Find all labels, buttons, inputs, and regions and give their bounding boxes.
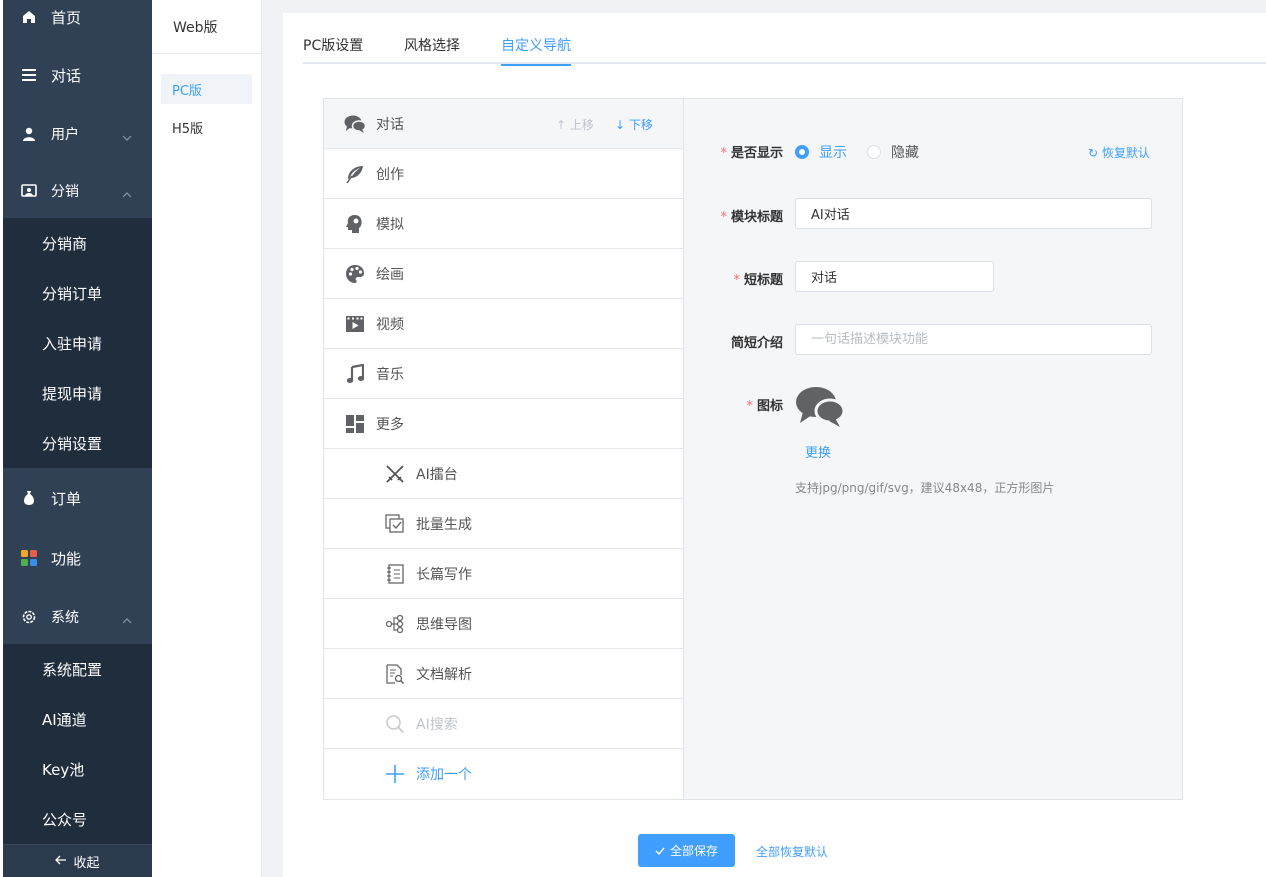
id-card-icon	[21, 183, 37, 199]
list-item[interactable]: 思维导图	[324, 599, 683, 649]
document-search-icon	[384, 663, 406, 685]
short-title-label: * 短标题	[733, 273, 783, 288]
nav-list: 对话 ↑ 上移 ↓ 下移 创作 模拟 绘画 视频 音乐 更多 AI擂台 批量生成…	[324, 99, 684, 799]
sidebar-item-key-pool[interactable]: Key池	[3, 744, 152, 794]
radio-dot	[795, 145, 809, 159]
radio-dot	[867, 145, 881, 159]
list-item[interactable]: AI擂台	[324, 449, 683, 499]
menu-icon	[21, 67, 37, 83]
list-item[interactable]: 视频	[324, 299, 683, 349]
chat-bubbles-icon	[344, 113, 366, 135]
sidebar-item-orders[interactable]: 订单	[3, 473, 152, 523]
system-submenu: 系统配置 AI通道 Key池 公众号	[3, 644, 152, 844]
main-panel: PC版设置 风格选择 自定义导航 对话 ↑ 上移 ↓ 下移 创作 模拟 绘画 视…	[283, 13, 1266, 877]
tab-style-select[interactable]: 风格选择	[404, 35, 460, 64]
dashboard-icon	[344, 413, 366, 435]
sidebar-item-distribution-orders[interactable]: 分销订单	[3, 268, 152, 318]
chevron-down-icon	[122, 129, 132, 145]
user-icon	[21, 126, 37, 142]
sidebar-item-home[interactable]: 首页	[3, 0, 152, 42]
chevron-up-icon	[122, 186, 132, 202]
sidebar-item-official-account[interactable]: 公众号	[3, 794, 152, 844]
intro-label: 简短介绍	[730, 336, 783, 351]
change-icon-button[interactable]: 更换	[805, 442, 831, 461]
gear-icon	[21, 609, 37, 625]
nav-editor: 对话 ↑ 上移 ↓ 下移 创作 模拟 绘画 视频 音乐 更多 AI擂台 批量生成…	[323, 98, 1183, 800]
list-item[interactable]: AI搜索	[324, 699, 683, 749]
short-title-input[interactable]	[795, 261, 994, 292]
tab-pc-settings[interactable]: PC版设置	[303, 35, 363, 64]
restore-all-defaults-button[interactable]: 全部恢复默认	[756, 843, 828, 860]
list-item[interactable]: 文档解析	[324, 649, 683, 699]
collapse-sidebar-button[interactable]: 收起	[3, 844, 152, 877]
tab-custom-nav[interactable]: 自定义导航	[501, 35, 571, 66]
list-item[interactable]: 模拟	[324, 199, 683, 249]
main-sidebar: 首页 对话 用户 分销 分销商 分销订单 入驻申请 提现申请 分销设置 订单 功…	[0, 0, 152, 877]
sidebar-item-withdraw-requests[interactable]: 提现申请	[3, 368, 152, 418]
restore-default-button[interactable]: ↻ 恢复默认	[1088, 144, 1150, 161]
home-icon	[21, 9, 37, 25]
plus-icon	[384, 763, 406, 785]
sidebar-item-features[interactable]: 功能	[3, 533, 152, 583]
icon-label: * 图标	[746, 399, 783, 414]
list-item[interactable]: 创作	[324, 149, 683, 199]
sidebar-item-chat[interactable]: 对话	[3, 50, 152, 100]
show-label: * 是否显示	[720, 146, 783, 161]
add-nav-item-button[interactable]: 添加一个	[324, 749, 683, 799]
feather-icon	[344, 163, 366, 185]
platform-option-h5[interactable]: H5版	[161, 112, 252, 142]
list-item[interactable]: 音乐	[324, 349, 683, 399]
palette-icon	[344, 263, 366, 285]
settings-tabs: PC版设置 风格选择 自定义导航	[303, 13, 1266, 66]
sidebar-item-join-requests[interactable]: 入驻申请	[3, 318, 152, 368]
distribution-submenu: 分销商 分销订单 入驻申请 提现申请 分销设置	[3, 218, 152, 468]
sidebar-item-user[interactable]: 用户	[3, 109, 152, 159]
video-icon	[344, 313, 366, 335]
money-bag-icon	[21, 490, 37, 506]
grid-icon	[21, 550, 37, 566]
search-icon	[384, 713, 406, 735]
chat-bubbles-icon	[796, 387, 846, 427]
nav-item-form: *是否显示 显示 隐藏 ↻ 恢复默认 *模块标题 *短标题 简短介绍 *图标	[685, 99, 1182, 799]
batch-check-icon	[384, 513, 406, 535]
refresh-icon: ↻	[1088, 146, 1099, 160]
platform-sidebar: Web版 PC版 H5版	[152, 0, 262, 877]
chevron-up-icon	[122, 612, 132, 628]
head-profile-icon	[344, 213, 366, 235]
sidebar-item-distribution[interactable]: 分销	[3, 166, 152, 216]
notebook-icon	[384, 563, 406, 585]
save-all-button[interactable]: 全部保存	[638, 834, 735, 867]
sidebar-item-distribution-settings[interactable]: 分销设置	[3, 418, 152, 468]
mind-map-icon	[384, 613, 406, 635]
show-radio[interactable]: 显示	[795, 142, 847, 162]
list-item[interactable]: 更多	[324, 399, 683, 449]
crossed-swords-icon	[384, 463, 406, 485]
sidebar-item-system[interactable]: 系统	[3, 592, 152, 642]
music-note-icon	[344, 363, 366, 385]
check-icon	[655, 844, 665, 858]
icon-hint: 支持jpg/png/gif/svg，建议48x48，正方形图片	[795, 481, 1055, 495]
platform-title: Web版	[152, 0, 261, 54]
list-item[interactable]: 绘画	[324, 249, 683, 299]
platform-option-pc[interactable]: PC版	[161, 74, 252, 104]
module-title-input[interactable]	[795, 198, 1152, 229]
hide-radio[interactable]: 隐藏	[867, 142, 919, 162]
list-item[interactable]: 对话 ↑ 上移 ↓ 下移	[324, 99, 683, 149]
sidebar-item-distributors[interactable]: 分销商	[3, 218, 152, 268]
title-label: * 模块标题	[720, 210, 783, 225]
intro-input[interactable]	[795, 324, 1152, 355]
move-up-button[interactable]: ↑ 上移	[556, 116, 594, 133]
move-down-button[interactable]: ↓ 下移	[615, 116, 653, 133]
arrow-left-icon	[55, 854, 67, 869]
list-item[interactable]: 长篇写作	[324, 549, 683, 599]
module-icon-preview	[795, 385, 846, 433]
sidebar-item-ai-channel[interactable]: AI通道	[3, 694, 152, 744]
sidebar-item-system-config[interactable]: 系统配置	[3, 644, 152, 694]
list-item[interactable]: 批量生成	[324, 499, 683, 549]
